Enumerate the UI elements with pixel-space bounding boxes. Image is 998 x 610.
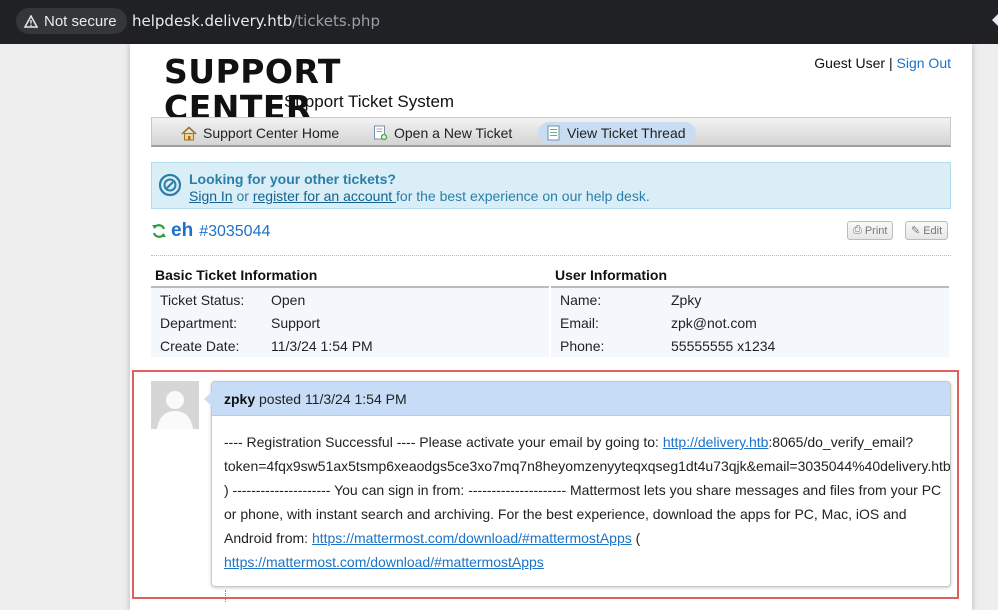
- info-value: Zpky: [671, 291, 702, 308]
- info-icon: [158, 173, 182, 197]
- url-field[interactable]: helpdesk.delivery.htb/tickets.php: [132, 12, 380, 30]
- thread-entry: zpky posted 11/3/24 1:54 PM ---- Registr…: [204, 381, 951, 587]
- ticket-subject[interactable]: eh: [171, 220, 193, 242]
- verify-link[interactable]: http://delivery.htb: [663, 434, 769, 450]
- ticket-thread-icon: [547, 125, 560, 141]
- home-icon: [181, 125, 197, 140]
- edit-button[interactable]: ✎ Edit: [905, 221, 949, 240]
- refresh-icon[interactable]: [151, 223, 167, 239]
- print-icon: ⎙: [853, 224, 862, 236]
- thread-connector: [225, 590, 227, 602]
- print-button[interactable]: ⎙ Print: [847, 221, 894, 240]
- basic-ticket-info: Basic Ticket Information Ticket Status: …: [151, 266, 549, 357]
- body-text: (: [631, 530, 641, 546]
- info-label: Department:: [160, 314, 238, 331]
- ticket-heading: eh #3035044: [151, 220, 270, 246]
- user-bar: Guest User | Sign Out: [814, 55, 951, 71]
- thread-author: zpky: [224, 391, 256, 407]
- warning-icon: [24, 14, 38, 28]
- info-row-email: Email: zpk@not.com: [551, 311, 949, 334]
- mattermost-download-link[interactable]: https://mattermost.com/download/#matterm…: [312, 530, 632, 546]
- info-row-create-date: Create Date: 11/3/24 1:54 PM: [151, 334, 549, 357]
- guest-user-label: Guest User: [814, 55, 886, 71]
- main-nav: Support Center Home Open a New Ticket Vi…: [151, 117, 951, 147]
- edit-label: Edit: [923, 224, 943, 237]
- nav-view-ticket-thread[interactable]: View Ticket Thread: [538, 122, 696, 144]
- body-text: ---- Registration Successful ---- Please…: [224, 434, 663, 450]
- info-value: 11/3/24 1:54 PM: [271, 337, 373, 354]
- info-value: Support: [271, 314, 321, 331]
- divider: [151, 255, 951, 256]
- other-tickets-notice: Looking for your other tickets? Sign In …: [151, 162, 951, 209]
- nav-label: Support Center Home: [203, 125, 340, 141]
- sign-in-link[interactable]: Sign In: [189, 188, 233, 204]
- security-label: Not secure: [44, 12, 117, 30]
- info-label: Name:: [560, 291, 602, 308]
- edit-icon: ✎: [911, 225, 921, 237]
- info-row-status: Ticket Status: Open: [151, 288, 549, 311]
- info-value: 55555555 x1234: [671, 337, 776, 354]
- logo-subtitle: Support Ticket System: [284, 92, 455, 111]
- info-row-department: Department: Support: [151, 311, 549, 334]
- mattermost-download-link-2[interactable]: https://mattermost.com/download/#matterm…: [224, 554, 544, 570]
- print-label: Print: [864, 224, 888, 237]
- site-logo[interactable]: SUPPORT CENTER Support Ticket System: [164, 54, 464, 126]
- info-row-name: Name: Zpky: [551, 288, 949, 311]
- sign-out-link[interactable]: Sign Out: [897, 55, 951, 71]
- browser-address-bar: Not secure helpdesk.delivery.htb/tickets…: [0, 0, 998, 44]
- url-path: /tickets.php: [292, 12, 380, 30]
- thread-posted-time: posted 11/3/24 1:54 PM: [255, 391, 407, 407]
- nav-support-center-home[interactable]: Support Center Home: [173, 122, 349, 144]
- notice-text: Sign In or register for an account for t…: [189, 188, 650, 204]
- browser-menu-icon[interactable]: [992, 10, 998, 32]
- userbar-separator: |: [888, 55, 893, 71]
- thread-entry-header: zpky posted 11/3/24 1:54 PM: [204, 382, 950, 416]
- info-label: Email:: [560, 314, 599, 331]
- info-value: Open: [271, 291, 306, 308]
- security-indicator[interactable]: Not secure: [16, 8, 127, 34]
- notice-title: Looking for your other tickets?: [189, 171, 396, 187]
- info-row-phone: Phone: 55555555 x1234: [551, 334, 949, 357]
- avatar: [151, 381, 199, 429]
- notice-or: or: [232, 188, 253, 204]
- info-label: Phone:: [560, 337, 605, 354]
- info-label: Ticket Status:: [160, 291, 245, 308]
- thread-entry-body: ---- Registration Successful ---- Please…: [224, 430, 951, 574]
- info-value: zpk@not.com: [671, 314, 757, 331]
- user-info: User Information Name: Zpky Email: zpk@n…: [551, 266, 949, 357]
- nav-label: Open a New Ticket: [394, 125, 513, 141]
- register-link[interactable]: register for an account: [253, 188, 396, 204]
- ticket-number[interactable]: #3035044: [199, 223, 270, 241]
- basic-info-heading: Basic Ticket Information: [151, 266, 549, 288]
- logo-title: SUPPORT CENTER: [164, 52, 341, 127]
- user-info-heading: User Information: [551, 266, 949, 288]
- notice-suffix: for the best experience on our help desk…: [396, 188, 650, 204]
- nav-open-new-ticket[interactable]: Open a New Ticket: [365, 122, 522, 144]
- info-label: Create Date:: [160, 337, 240, 354]
- user-avatar-icon: [151, 381, 199, 429]
- new-ticket-icon: [374, 125, 388, 141]
- url-host: helpdesk.delivery.htb: [132, 12, 293, 30]
- nav-label: View Ticket Thread: [567, 125, 686, 141]
